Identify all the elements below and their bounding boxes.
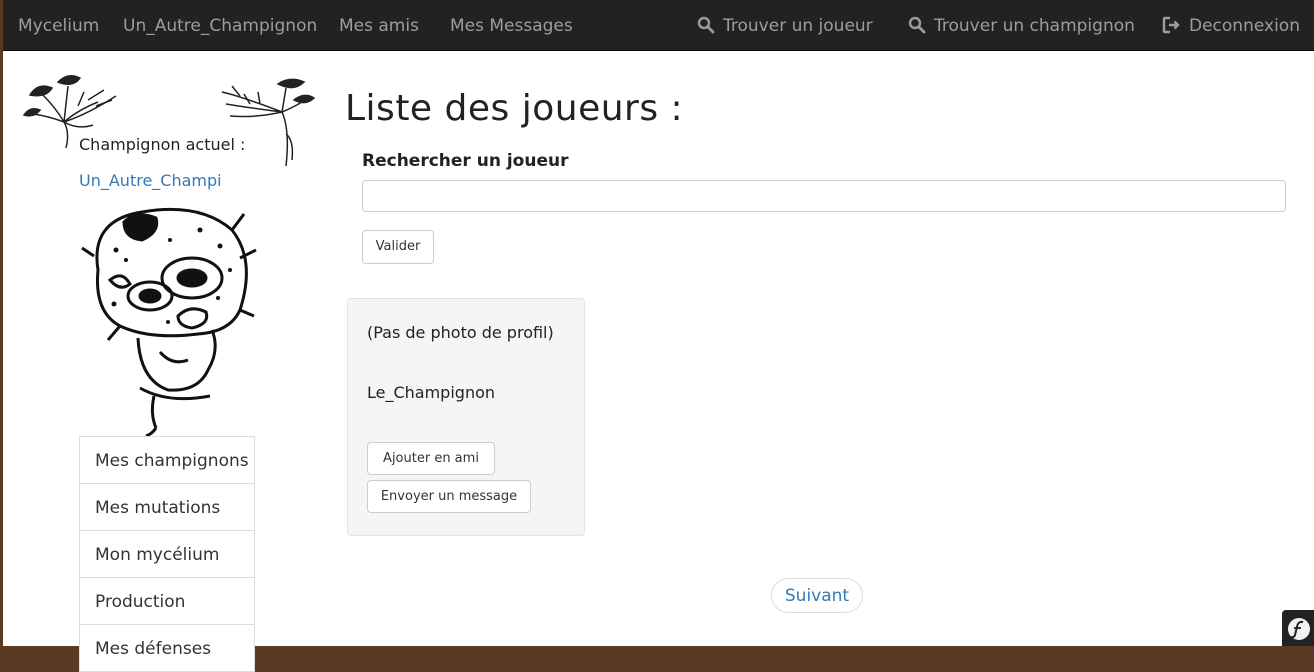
nav-brand-link[interactable]: Mycelium xyxy=(18,0,99,50)
top-navbar: Mycelium Un_Autre_Champignon Mes amis Me… xyxy=(3,0,1314,51)
player-name: Le_Champignon xyxy=(367,383,496,402)
current-mushroom-label: Champignon actuel : xyxy=(79,135,246,154)
nav-find-mushroom-link[interactable]: Trouver un champignon xyxy=(908,0,1135,50)
nav-find-player-link[interactable]: Trouver un joueur xyxy=(697,0,873,50)
sidebar-item-my-defenses[interactable]: Mes défenses xyxy=(79,625,255,672)
nav-current-mushroom-link[interactable]: Un_Autre_Champignon xyxy=(123,0,317,50)
current-mushroom-link[interactable]: Un_Autre_Champi xyxy=(79,171,222,190)
debug-toolbar-toggle[interactable] xyxy=(1282,610,1314,646)
search-icon xyxy=(697,16,715,34)
mushroom-avatar-illustration xyxy=(81,207,257,438)
sidebar-item-my-mutations[interactable]: Mes mutations xyxy=(79,484,255,531)
add-friend-button[interactable]: Ajouter en ami xyxy=(367,442,495,475)
nav-find-player-label: Trouver un joueur xyxy=(723,16,873,36)
submit-search-button[interactable]: Valider xyxy=(362,230,434,264)
player-card: (Pas de photo de profil) Le_Champignon A… xyxy=(347,298,585,536)
search-icon xyxy=(908,16,926,34)
next-page-button[interactable]: Suivant xyxy=(771,578,863,613)
sidebar-item-my-mycelium[interactable]: Mon mycélium xyxy=(79,531,255,578)
sidebar-menu: Mes champignons Mes mutations Mon mycéli… xyxy=(79,436,255,672)
mushroom-cluster-right-illustration xyxy=(221,78,316,167)
nav-logout-label: Deconnexion xyxy=(1189,16,1300,36)
no-profile-photo-text: (Pas de photo de profil) xyxy=(367,323,554,342)
nav-friends-link[interactable]: Mes amis xyxy=(339,0,419,50)
nav-find-mushroom-label: Trouver un champignon xyxy=(934,16,1135,36)
send-message-button[interactable]: Envoyer un message xyxy=(367,480,531,513)
nav-logout-link[interactable]: Deconnexion xyxy=(1162,0,1300,50)
logout-icon xyxy=(1162,16,1180,34)
sidebar-item-my-mushrooms[interactable]: Mes champignons xyxy=(79,437,255,484)
search-player-label: Rechercher un joueur xyxy=(362,151,569,171)
page-title: Liste des joueurs : xyxy=(345,88,684,129)
search-player-input[interactable] xyxy=(362,180,1286,212)
sidebar-item-production[interactable]: Production xyxy=(79,578,255,625)
nav-messages-link[interactable]: Mes Messages xyxy=(450,0,573,50)
symfony-logo-icon xyxy=(1288,618,1310,640)
